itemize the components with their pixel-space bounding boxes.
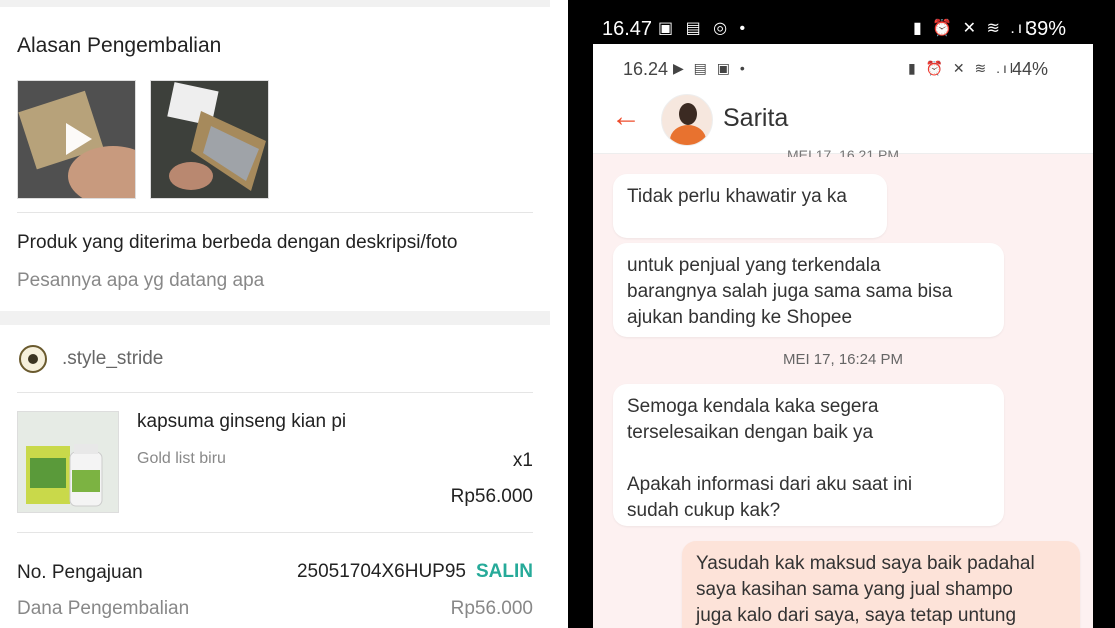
product-image[interactable]	[17, 411, 119, 513]
avatar-body	[670, 125, 706, 145]
chat-header: ← Sarita	[593, 88, 1093, 154]
avatar[interactable]	[661, 94, 713, 146]
divider	[17, 532, 533, 533]
battery-level: 44%	[1012, 59, 1049, 79]
evidence-video-thumbnail[interactable]	[17, 80, 136, 199]
system-icons: ▮ ⏰ ✕ ≋ .ıl	[908, 60, 1017, 76]
divider	[17, 392, 533, 393]
my-message-bubble: Yasudah kak maksud saya baik padahal say…	[682, 541, 1080, 628]
inner-status-bar: 16.24 ▶ ▤ ▣ • ▮ ⏰ ✕ ≋ .ıl 44%	[593, 44, 1093, 88]
shop-name[interactable]: .style_stride	[62, 348, 163, 370]
section-gap	[0, 311, 550, 325]
divider	[17, 212, 533, 213]
notification-icons: ▶ ▤ ▣ •	[673, 60, 748, 76]
return-detail-panel: Alasan Pengembalian Produk yang diterima…	[0, 0, 550, 628]
divider	[0, 0, 550, 7]
chat-screenshot-panel: 16.47 ▣ ▤ ◎ • ▮ ⏰ ✕ ≋ .ıl 39% 16.24 ▶ ▤ …	[568, 0, 1115, 628]
play-icon	[66, 123, 92, 155]
evidence-photo-thumbnail[interactable]	[150, 80, 269, 199]
refund-amount: Rp56.000	[450, 598, 533, 619]
request-number: 25051704X6HUP95	[296, 561, 466, 582]
section-title: Alasan Pengembalian	[17, 34, 222, 57]
status-time: 16.47	[602, 18, 653, 40]
contact-name: Sarita	[723, 104, 789, 132]
product-variant: Gold list biru	[137, 450, 226, 467]
battery-level: 39%	[1026, 18, 1067, 40]
message-bubble: untuk penjual yang terkendala barangnya …	[613, 243, 1004, 337]
outer-status-bar: 16.47 ▣ ▤ ◎ • ▮ ⏰ ✕ ≋ .ıl 39%	[568, 0, 1115, 44]
message-bubble: Tidak perlu khawatir ya ka	[613, 174, 887, 238]
return-note: Pesannya apa yg datang apa	[17, 270, 265, 291]
system-icons: ▮ ⏰ ✕ ≋ .ıl	[913, 20, 1032, 37]
return-reason: Produk yang diterima berbeda dengan desk…	[17, 232, 458, 253]
phone-screen: 16.24 ▶ ▤ ▣ • ▮ ⏰ ✕ ≋ .ıl 44% ← Sarita M…	[593, 44, 1093, 628]
refund-label: Dana Pengembalian	[17, 598, 190, 619]
back-arrow-icon[interactable]: ←	[611, 102, 641, 132]
status-time: 16.24	[623, 59, 669, 79]
date-label-partial: MEI 17, 16.21 PM	[786, 147, 900, 157]
request-number-row: 25051704X6HUP95 SALIN	[297, 561, 533, 583]
shop-logo-icon	[19, 345, 47, 373]
copy-button[interactable]: SALIN	[476, 561, 533, 582]
notification-icons: ▣ ▤ ◎ •	[658, 20, 750, 37]
date-separator: MEI 17, 16:24 PM	[782, 351, 904, 368]
product-bottle-image	[18, 412, 118, 512]
avatar-head	[679, 103, 697, 125]
product-quantity: x1	[512, 450, 533, 471]
request-number-label: No. Pengajuan	[17, 562, 143, 583]
product-name: kapsuma ginseng kian pi	[137, 411, 347, 432]
message-bubble: Semoga kendala kaka segera terselesaikan…	[613, 384, 1004, 526]
product-price: Rp56.000	[450, 486, 533, 507]
package-photo-image	[151, 81, 268, 198]
